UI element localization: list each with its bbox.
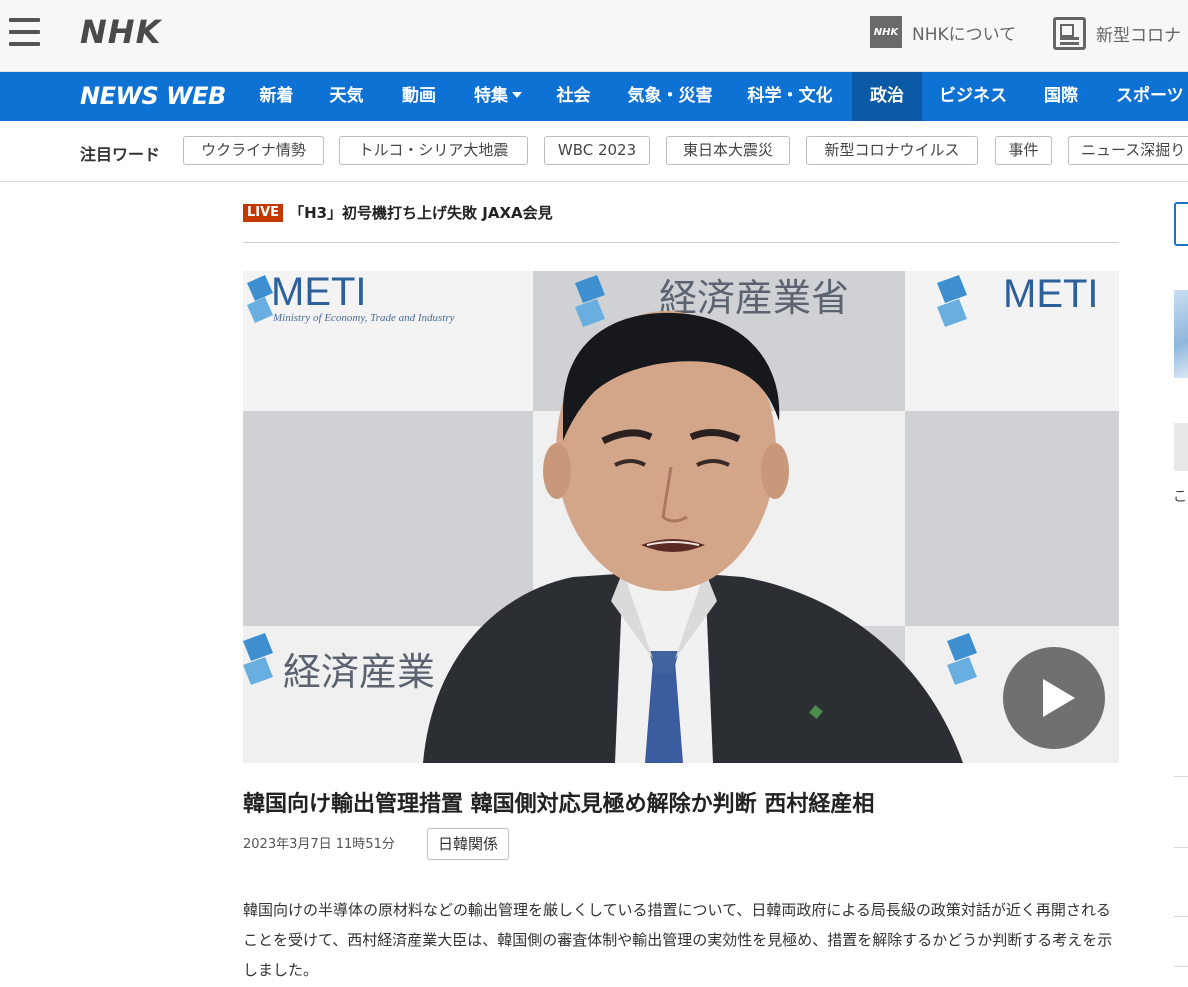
sidebar-divider	[1174, 847, 1188, 848]
main-nav: NEWS WEB 新着 天気 動画 特集 社会 気象・災害 科学・文化 政治 ビ…	[0, 72, 1188, 121]
nav-item-weather[interactable]: 天気	[313, 72, 380, 121]
live-badge: LIVE	[243, 204, 284, 222]
trend-chip-tohoku[interactable]: 東日本大震災	[666, 136, 790, 165]
nav-item-new[interactable]: 新着	[243, 72, 310, 121]
trend-chip-deep-dive[interactable]: ニュース深掘り	[1068, 136, 1188, 165]
sidebar-thumbnail-fragment[interactable]	[1174, 290, 1188, 378]
nhk-logo[interactable]: NHK	[80, 13, 161, 51]
trend-chip-ukraine[interactable]: ウクライナ情勢	[183, 136, 324, 165]
article-date: 2023年3月7日 11時51分	[243, 837, 395, 852]
nav-item-science[interactable]: 科学・文化	[732, 72, 848, 121]
sidebar-divider	[1174, 966, 1188, 967]
covid-label: 新型コロナ	[1096, 25, 1181, 46]
nav-item-features[interactable]: 特集	[458, 72, 538, 121]
nav-item-politics[interactable]: 政治	[852, 72, 922, 121]
trending-words-bar: 注目ワード ウクライナ情勢 トルコ・シリア大地震 WBC 2023 東日本大震災…	[0, 121, 1188, 182]
sidebar-divider	[1174, 916, 1188, 917]
trend-chip-incident[interactable]: 事件	[995, 136, 1052, 165]
site-header: NHK NHK NHKについて 新型コロナ	[0, 0, 1188, 72]
nav-item-sports[interactable]: スポーツ	[1100, 72, 1188, 121]
covid-link[interactable]: 新型コロナ	[1053, 16, 1181, 50]
sidebar-panel-fragment	[1174, 423, 1188, 471]
play-icon[interactable]	[1003, 647, 1105, 749]
meti-logo-text: METI	[271, 271, 367, 314]
about-nhk-link[interactable]: NHK NHKについて	[870, 16, 1016, 48]
live-link-text[interactable]: 「H3」初号機打ち上げ失敗 JAXA会見	[289, 201, 553, 225]
sidebar-button-fragment[interactable]	[1174, 202, 1188, 246]
sidebar-divider	[1174, 776, 1188, 777]
chevron-down-icon	[512, 91, 522, 98]
nav-item-features-label: 特集	[474, 86, 508, 106]
meti-subtitle-text: Ministry of Economy, Trade and Industry	[272, 312, 455, 324]
ministry-name-text: 経済産業省	[659, 276, 849, 320]
svg-text:経済産業: 経済産業	[283, 650, 435, 694]
news-web-logo[interactable]: NEWS WEB	[80, 82, 226, 110]
news-document-icon	[1053, 16, 1086, 50]
nhk-badge-icon: NHK	[870, 16, 902, 48]
hamburger-menu-icon[interactable]	[9, 18, 40, 46]
nav-item-business[interactable]: ビジネス	[925, 72, 1021, 121]
article-body: 韓国向けの半導体の原材料などの輸出管理を厳しくしている措置について、日韓両政府に…	[243, 901, 1113, 979]
video-player[interactable]: METI Ministry of Economy, Trade and Indu…	[243, 271, 1119, 763]
article-tag[interactable]: 日韓関係	[427, 828, 510, 860]
trending-label: 注目ワード	[80, 145, 161, 164]
sidebar-text-fragment: こ	[1173, 489, 1187, 505]
nav-item-international[interactable]: 国際	[1026, 72, 1096, 121]
article-headline: 韓国向け輸出管理措置 韓国側対応見極め解除か判断 西村経産相	[243, 792, 875, 817]
live-banner[interactable]: LIVE 「H3」初号機打ち上げ失敗 JAXA会見	[243, 201, 1119, 243]
video-frame: METI Ministry of Economy, Trade and Indu…	[243, 271, 1119, 763]
trend-chip-turkey-syria[interactable]: トルコ・シリア大地震	[339, 136, 528, 165]
nav-item-disaster[interactable]: 気象・災害	[612, 72, 728, 121]
nav-item-video[interactable]: 動画	[384, 72, 454, 121]
trend-chip-wbc[interactable]: WBC 2023	[544, 136, 650, 165]
trend-chip-covid[interactable]: 新型コロナウイルス	[806, 136, 978, 165]
nav-item-society[interactable]: 社会	[540, 72, 607, 121]
about-nhk-label: NHKについて	[912, 24, 1017, 45]
svg-text:METI: METI	[1003, 272, 1099, 316]
